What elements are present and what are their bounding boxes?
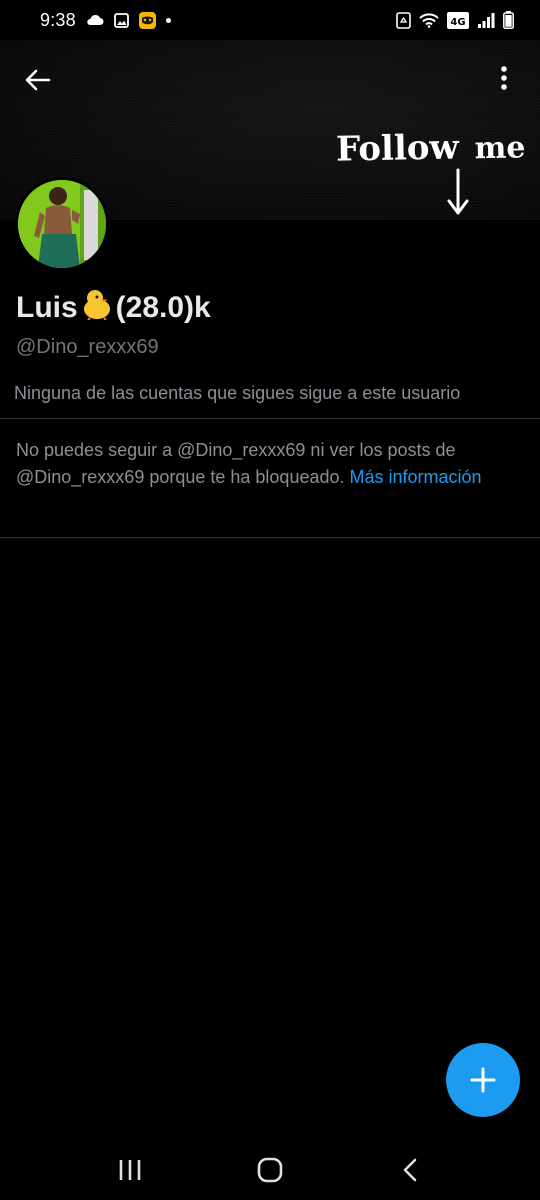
avatar[interactable] [15, 177, 109, 271]
followers-you-know: Ninguna de las cuentas que sigues sigue … [14, 383, 461, 403]
arrow-left-icon [25, 69, 51, 91]
status-bar: 9:38 4G [0, 0, 540, 40]
chick-emoji-icon [80, 288, 114, 328]
network-label: 4G [450, 17, 465, 28]
recents-icon [119, 1160, 141, 1180]
more-vertical-icon [501, 66, 507, 90]
profile-name-text: Luis [16, 291, 78, 324]
system-nav-bar [0, 1140, 540, 1200]
system-back-button[interactable] [385, 1145, 435, 1195]
battery-icon [503, 11, 514, 29]
status-left: 9:38 [40, 10, 171, 31]
notification-dot [165, 17, 171, 23]
home-icon [257, 1157, 283, 1183]
more-options-button[interactable] [486, 60, 522, 96]
profile-name-suffix: (28.0)k [115, 291, 211, 324]
volte-4g-icon: 4G [447, 11, 469, 29]
compose-post-button[interactable] [446, 1043, 520, 1117]
banner-caption-main: Follow [335, 127, 460, 170]
cloud-icon [86, 14, 104, 26]
learn-more-link[interactable]: Más información [350, 467, 482, 487]
banner-caption-sub: me [474, 130, 526, 167]
banner-caption: Follow me [335, 126, 526, 170]
image-icon [113, 12, 129, 28]
recents-button[interactable] [105, 1145, 155, 1195]
back-button[interactable] [20, 62, 56, 98]
plus-icon [470, 1067, 496, 1093]
back-chevron-icon [403, 1158, 417, 1182]
profile-handle: @Dino_rexxx69 [16, 336, 159, 358]
profile-name: Luis (28.0)k [16, 288, 211, 328]
divider [0, 418, 540, 419]
down-arrow-icon [447, 168, 469, 215]
wifi-icon [419, 12, 439, 28]
signal-icon [477, 12, 495, 28]
blocked-notice: No puedes seguir a @Dino_rexxx69 ni ver … [16, 437, 516, 491]
recycle-icon [396, 11, 411, 29]
app-mask-icon [138, 11, 156, 29]
status-right: 4G [396, 11, 514, 29]
home-button[interactable] [245, 1145, 295, 1195]
avatar-photo [18, 180, 106, 268]
status-time: 9:38 [40, 9, 76, 30]
divider [0, 537, 540, 538]
